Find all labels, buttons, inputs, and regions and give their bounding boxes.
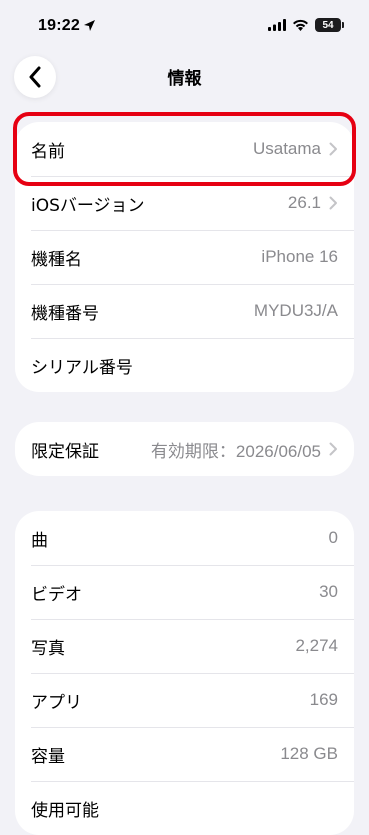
row-value: 169 bbox=[309, 690, 338, 709]
row-label: 限定保証 bbox=[31, 441, 99, 462]
row-label: 容量 bbox=[31, 746, 65, 767]
navigation-bar: 情報 bbox=[0, 50, 369, 102]
row-label: ビデオ bbox=[31, 584, 82, 605]
row-model-name: 機種名 iPhone 16 bbox=[15, 230, 354, 284]
row-label: iOSバージョン bbox=[31, 195, 145, 216]
row-label: 使用可能 bbox=[31, 800, 99, 821]
page-title: 情報 bbox=[167, 69, 202, 89]
device-info-group: 名前 Usatama iOSバージョン 26.1 機種名 iPhone 16 機… bbox=[15, 122, 354, 392]
row-label: アプリ bbox=[31, 692, 82, 713]
location-arrow-icon bbox=[84, 20, 95, 31]
row-value: Usatama bbox=[252, 139, 321, 158]
row-label: 曲 bbox=[31, 530, 48, 551]
row-videos: ビデオ 30 bbox=[15, 565, 354, 619]
row-value: 26.1 bbox=[287, 193, 321, 212]
warranty-group: 限定保証 有効期限：2026/06/05 bbox=[15, 422, 354, 476]
row-value: 2,274 bbox=[295, 636, 338, 655]
cellular-signal-icon bbox=[268, 19, 286, 31]
battery-level: 54 bbox=[322, 19, 334, 31]
row-photos: 写真 2,274 bbox=[15, 619, 354, 673]
row-model-number[interactable]: 機種番号 MYDU3J/A bbox=[15, 284, 354, 338]
row-songs: 曲 0 bbox=[15, 511, 354, 565]
row-ios-version[interactable]: iOSバージョン 26.1 bbox=[15, 176, 354, 230]
chevron-right-icon bbox=[329, 142, 338, 156]
status-indicators: 54 bbox=[268, 18, 344, 32]
row-value: 30 bbox=[319, 582, 338, 601]
status-time: 19:22 bbox=[38, 17, 80, 34]
row-limited-warranty[interactable]: 限定保証 有効期限：2026/06/05 bbox=[15, 422, 354, 476]
row-label: 写真 bbox=[31, 638, 65, 659]
row-value: 0 bbox=[328, 528, 338, 547]
row-capacity: 容量 128 GB bbox=[15, 727, 354, 781]
row-available: 使用可能 bbox=[15, 781, 354, 835]
row-apps: アプリ 169 bbox=[15, 673, 354, 727]
row-label: シリアル番号 bbox=[31, 357, 133, 378]
battery-icon: 54 bbox=[315, 18, 344, 32]
wifi-icon bbox=[293, 19, 308, 31]
chevron-right-icon bbox=[329, 442, 338, 456]
row-value: 有効期限：2026/06/05 bbox=[150, 441, 321, 461]
status-bar: 19:22 54 bbox=[0, 0, 369, 50]
row-value: MYDU3J/A bbox=[253, 301, 338, 320]
row-value: 128 GB bbox=[280, 744, 338, 763]
row-label: 機種名 bbox=[31, 249, 82, 270]
media-stats-group: 曲 0 ビデオ 30 写真 2,274 アプリ 169 容量 128 GB 使用… bbox=[15, 511, 354, 835]
row-name[interactable]: 名前 Usatama bbox=[15, 122, 354, 176]
chevron-right-icon bbox=[329, 196, 338, 210]
row-label: 名前 bbox=[31, 141, 65, 162]
row-label: 機種番号 bbox=[31, 303, 99, 324]
row-serial-number[interactable]: シリアル番号 bbox=[15, 338, 354, 392]
row-value: iPhone 16 bbox=[261, 247, 338, 266]
